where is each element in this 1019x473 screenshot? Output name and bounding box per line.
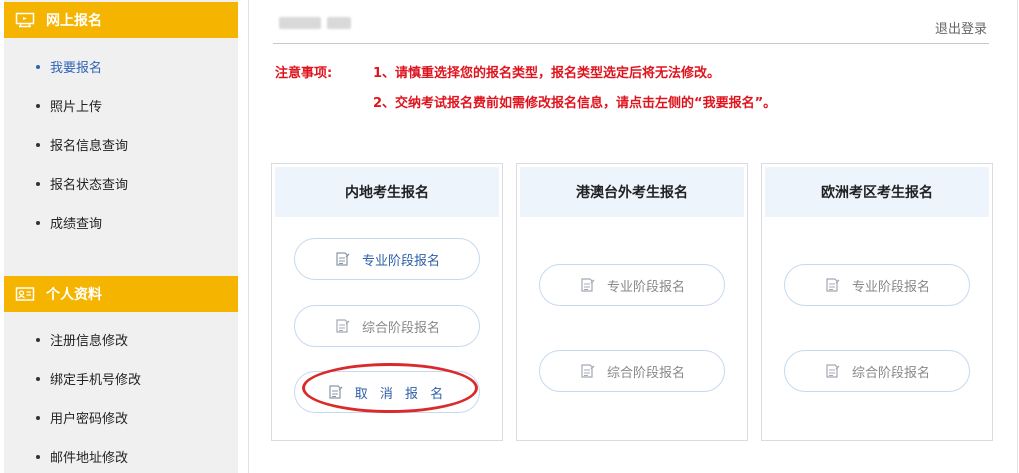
section-header-online-registration: 网上报名: [4, 2, 238, 38]
section-header-personal-info: 个人资料: [4, 276, 238, 312]
sidebar-item-edit-registration-info[interactable]: 注册信息修改: [4, 320, 238, 359]
blurred-text: [279, 17, 321, 29]
top-bar: 退出登录: [273, 0, 989, 44]
card-mainland: 内地考生报名 专业阶段报名 综合阶段报名 取 消 报 名: [271, 163, 503, 441]
button-label: 综合阶段报名: [361, 320, 440, 336]
menu-personal-info: 注册信息修改 绑定手机号修改 用户密码修改 邮件地址修改: [4, 320, 238, 473]
button-label: 综合阶段报名: [851, 365, 930, 381]
edit-form-icon: [579, 277, 595, 293]
sidebar-item-label: 照片上传: [50, 100, 103, 115]
id-card-icon: [14, 286, 36, 302]
sidebar-item-label: 报名状态查询: [50, 178, 129, 193]
card-title: 内地考生报名: [275, 167, 499, 217]
button-label: 专业阶段报名: [361, 253, 440, 269]
blurred-text: [327, 17, 351, 29]
button-label: 综合阶段报名: [606, 365, 685, 381]
professional-stage-button[interactable]: 专业阶段报名: [539, 264, 725, 306]
bullet: [36, 181, 40, 186]
button-label: 专业阶段报名: [851, 279, 930, 295]
menu-online-registration: 我要报名 照片上传 报名信息查询 报名状态查询 成绩查询: [4, 47, 238, 242]
sidebar: 网上报名 我要报名 照片上传 报名信息查询 报名状态查询 成绩查询 个人资料 注…: [4, 0, 238, 473]
blurred-username: [279, 17, 363, 31]
sidebar-item-label: 注册信息修改: [50, 334, 129, 349]
bullet: [36, 64, 40, 69]
card-hk-macau-taiwan-foreign: 港澳台外考生报名 专业阶段报名 综合阶段报名: [516, 163, 748, 441]
edit-form-icon: [334, 251, 350, 267]
comprehensive-stage-button[interactable]: 综合阶段报名: [539, 350, 725, 392]
sidebar-item-label: 成绩查询: [50, 217, 103, 232]
bullet: [36, 415, 40, 420]
highlight-ellipse: [302, 363, 478, 413]
sidebar-item-score-query[interactable]: 成绩查询: [4, 203, 238, 242]
comprehensive-stage-button[interactable]: 综合阶段报名: [294, 305, 480, 347]
bullet: [36, 142, 40, 147]
sidebar-item-label: 报名信息查询: [50, 139, 129, 154]
sidebar-item-edit-phone[interactable]: 绑定手机号修改: [4, 359, 238, 398]
comprehensive-stage-button[interactable]: 综合阶段报名: [784, 350, 970, 392]
logout-link[interactable]: 退出登录: [935, 18, 987, 37]
bullet: [36, 103, 40, 108]
edit-form-icon: [824, 363, 840, 379]
sidebar-item-label: 邮件地址修改: [50, 451, 129, 466]
notice-label: 注意事项:: [275, 66, 333, 81]
bullet: [36, 337, 40, 342]
sidebar-item-registration-status-query[interactable]: 报名状态查询: [4, 164, 238, 203]
edit-form-icon: [579, 363, 595, 379]
sidebar-item-label: 我要报名: [50, 61, 103, 76]
button-label: 专业阶段报名: [606, 279, 685, 295]
edit-form-icon: [334, 318, 350, 334]
bullet: [36, 454, 40, 459]
card-title: 欧洲考区考生报名: [765, 167, 989, 217]
edit-form-icon: [824, 277, 840, 293]
sidebar-item-my-registration[interactable]: 我要报名: [4, 47, 238, 86]
card-europe: 欧洲考区考生报名 专业阶段报名 综合阶段报名: [761, 163, 993, 441]
professional-stage-button[interactable]: 专业阶段报名: [784, 264, 970, 306]
sidebar-item-photo-upload[interactable]: 照片上传: [4, 86, 238, 125]
sidebar-item-edit-password[interactable]: 用户密码修改: [4, 398, 238, 437]
bullet: [36, 376, 40, 381]
professional-stage-button[interactable]: 专业阶段报名: [294, 238, 480, 280]
sidebar-item-label: 绑定手机号修改: [50, 373, 142, 388]
monitor-icon: [14, 12, 36, 28]
notice-line-1: 1、请慎重选择您的报名类型，报名类型选定后将无法修改。: [373, 66, 721, 81]
notice-line-2: 2、交纳考试报名费前如需修改报名信息，请点击左侧的“我要报名”。: [373, 96, 777, 111]
main-panel: 退出登录 注意事项: 1、请慎重选择您的报名类型，报名类型选定后将无法修改。 2…: [248, 0, 1018, 473]
bullet: [36, 220, 40, 225]
sidebar-item-label: 用户密码修改: [50, 412, 129, 427]
sidebar-item-edit-email[interactable]: 邮件地址修改: [4, 437, 238, 473]
sidebar-item-registration-info-query[interactable]: 报名信息查询: [4, 125, 238, 164]
section-title: 个人资料: [46, 287, 102, 303]
card-title: 港澳台外考生报名: [520, 167, 744, 217]
section-title: 网上报名: [46, 13, 102, 29]
